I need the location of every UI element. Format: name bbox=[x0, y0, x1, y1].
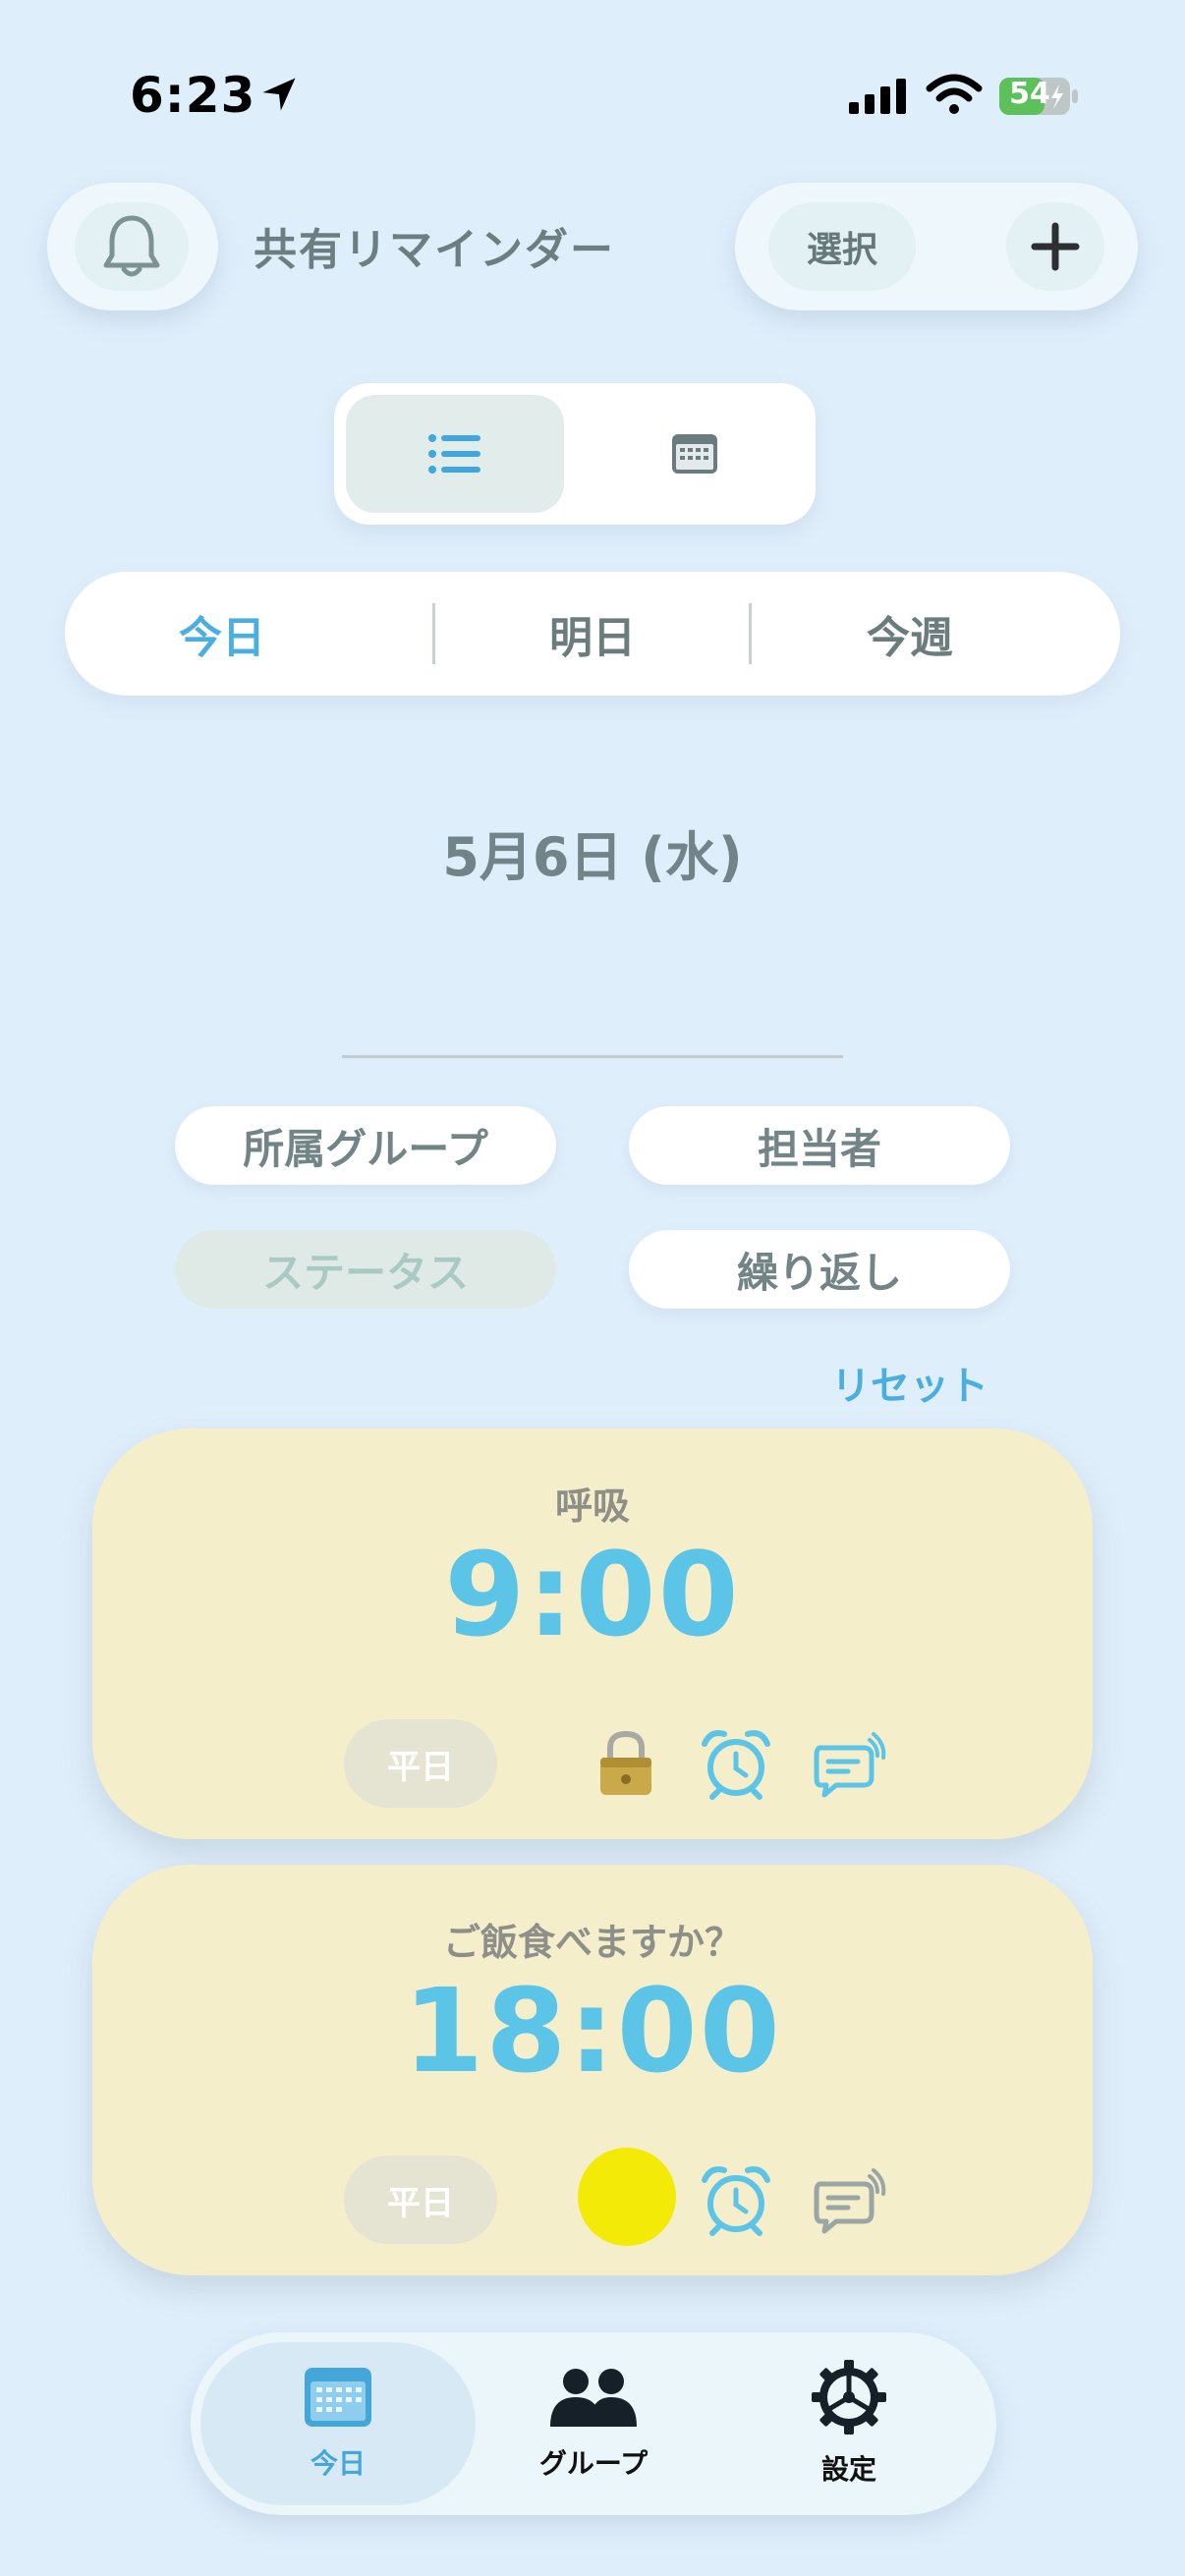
reminder-card[interactable]: 呼吸 9:00 平日 bbox=[92, 1428, 1093, 1839]
range-tabs: 今日 明日 今週 bbox=[65, 572, 1120, 696]
select-button[interactable]: 選択 bbox=[768, 202, 916, 291]
app-title: 共有リマインダー bbox=[254, 225, 615, 275]
header-actions: 選択 bbox=[735, 183, 1138, 310]
notifications-button[interactable] bbox=[47, 183, 218, 310]
status-time: 6:23 bbox=[130, 67, 256, 124]
tab-divider bbox=[749, 603, 752, 664]
nav-groups-label: グループ bbox=[538, 2447, 649, 2480]
list-icon bbox=[428, 434, 480, 474]
location-arrow-icon bbox=[262, 78, 296, 111]
tab-tomorrow[interactable]: 明日 bbox=[435, 572, 750, 696]
nav-groups[interactable]: グループ bbox=[456, 2342, 731, 2505]
battery-level: 54 bbox=[1009, 77, 1050, 111]
filter-assignee[interactable]: 担当者 bbox=[629, 1106, 1010, 1185]
list-view-button[interactable] bbox=[346, 395, 564, 513]
bottom-nav: 今日 グループ 設定 bbox=[191, 2332, 996, 2515]
add-reminder-button[interactable] bbox=[1006, 202, 1104, 291]
wifi-icon bbox=[926, 74, 983, 114]
tab-this-week[interactable]: 今週 bbox=[753, 572, 1067, 696]
message-icon[interactable] bbox=[808, 1719, 896, 1808]
view-toggle bbox=[334, 383, 816, 525]
group-icon bbox=[550, 2369, 637, 2427]
reset-filters-link[interactable]: リセット bbox=[831, 1354, 988, 1411]
reminder-time: 18:00 bbox=[403, 1963, 782, 2099]
calendar-view-button[interactable] bbox=[586, 395, 804, 513]
alarm-clock-icon[interactable] bbox=[692, 1719, 780, 1808]
reminder-card[interactable]: ご飯食べますか？ 18:00 平日 bbox=[92, 1865, 1093, 2275]
calendar-icon bbox=[305, 2368, 371, 2427]
gear-icon bbox=[812, 2360, 886, 2435]
bell-icon bbox=[75, 202, 189, 291]
filter-group[interactable]: 所属グループ bbox=[175, 1106, 556, 1185]
nav-settings-label: 設定 bbox=[820, 2453, 876, 2486]
divider bbox=[342, 1055, 843, 1058]
reminder-time: 9:00 bbox=[444, 1527, 741, 1662]
filter-status[interactable]: ステータス bbox=[175, 1230, 556, 1309]
reminder-title: 呼吸 bbox=[554, 1484, 630, 1528]
repeat-badge: 平日 bbox=[344, 2156, 497, 2244]
cellular-signal-icon bbox=[849, 75, 906, 114]
nav-today-label: 今日 bbox=[310, 2447, 366, 2480]
reminder-title: ご飯食べますか？ bbox=[442, 1921, 742, 1964]
yellow-circle-icon[interactable] bbox=[578, 2148, 676, 2246]
lock-icon[interactable] bbox=[582, 1719, 670, 1808]
current-date: 5月6日 (水) bbox=[442, 826, 743, 888]
tab-today[interactable]: 今日 bbox=[65, 572, 379, 696]
nav-today[interactable]: 今日 bbox=[200, 2342, 476, 2505]
nav-settings[interactable]: 設定 bbox=[711, 2342, 987, 2505]
alarm-clock-icon[interactable] bbox=[692, 2156, 780, 2244]
calendar-icon bbox=[672, 434, 717, 474]
repeat-badge: 平日 bbox=[344, 1719, 497, 1808]
filter-repeat[interactable]: 繰り返し bbox=[629, 1230, 1010, 1309]
plus-icon bbox=[1031, 222, 1080, 271]
message-icon[interactable] bbox=[808, 2156, 896, 2244]
